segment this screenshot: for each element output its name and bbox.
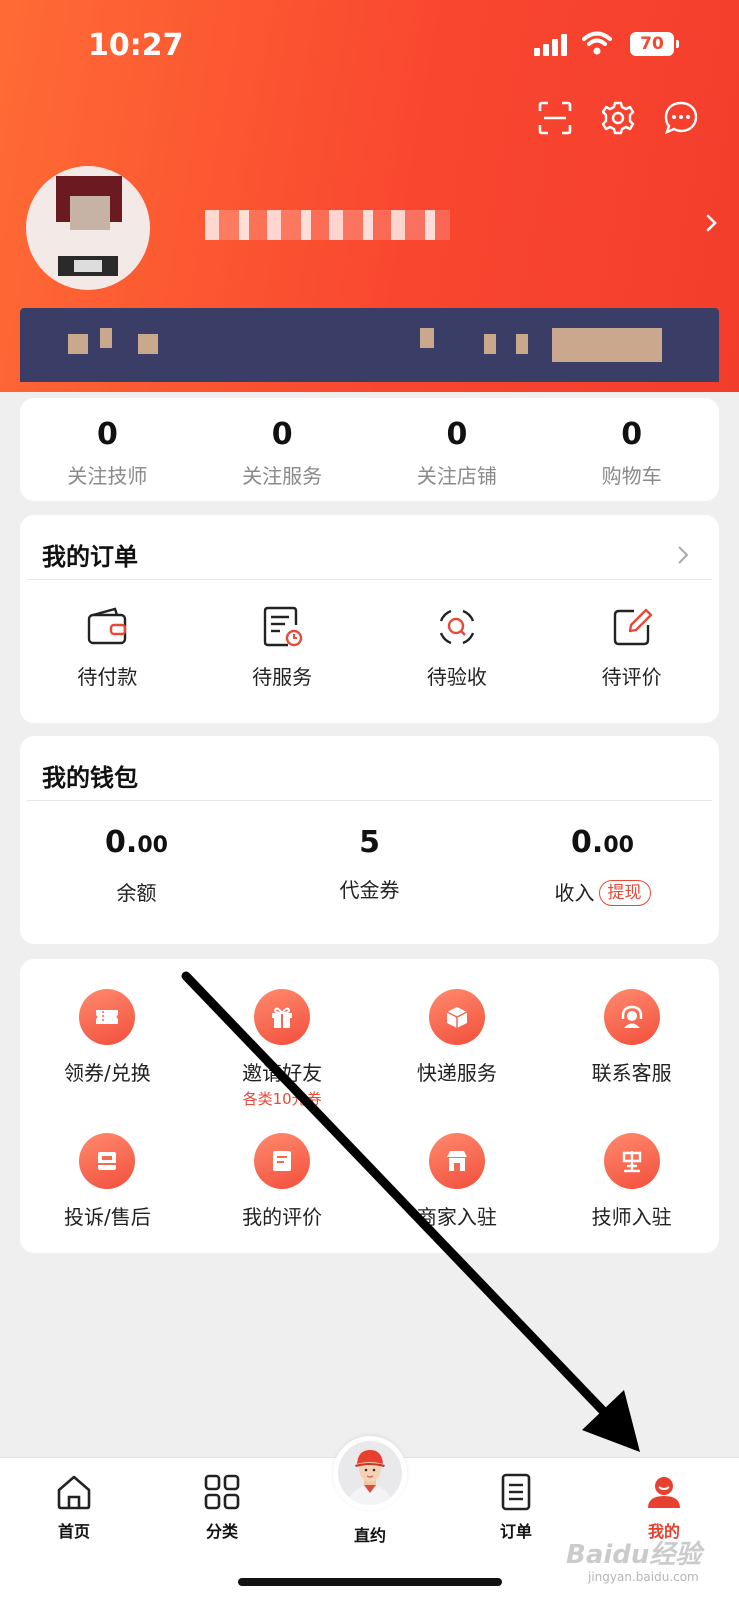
watermark-url: jingyan.baidu.com xyxy=(588,1570,699,1584)
stat-label: 关注服务 xyxy=(242,464,323,488)
tab-label: 分类 xyxy=(205,1522,238,1541)
edit-icon xyxy=(613,608,652,646)
battery-indicator: 70 xyxy=(630,32,679,56)
wifi-icon xyxy=(582,31,612,55)
my-wallet-card: 我的钱包 0.00 余额 5 代金券 0.00 收入 提现 xyxy=(20,736,719,944)
stat-followed-technicians[interactable]: 0 关注技师 xyxy=(20,398,195,501)
watermark-logo: Baidu经验 xyxy=(566,1540,702,1570)
inbox-icon xyxy=(79,1133,136,1189)
service-label: 商家入驻 xyxy=(416,1205,497,1229)
avatar[interactable] xyxy=(26,166,150,290)
balance-value: 0.00 xyxy=(105,825,168,860)
order-pending-acceptance[interactable]: 待验收 xyxy=(370,605,545,690)
order-label: 待服务 xyxy=(252,665,313,689)
ticket-icon xyxy=(79,989,136,1045)
stat-label: 关注店铺 xyxy=(416,464,497,488)
service-label: 技师入驻 xyxy=(591,1205,672,1229)
service-complaint-aftersales[interactable]: 投诉/售后 xyxy=(20,1133,195,1230)
order-label: 待评价 xyxy=(601,665,662,689)
tab-category[interactable]: 分类 xyxy=(172,1472,272,1542)
home-indicator xyxy=(238,1578,502,1586)
package-icon xyxy=(428,989,485,1045)
orders-title[interactable]: 我的订单 xyxy=(42,537,138,572)
order-pending-payment[interactable]: 待付款 xyxy=(20,605,195,690)
services-grid-card: 领券/兑换 邀请好友 各类10元券 快递服务 联系客服 投诉/售后 我的评价 商… xyxy=(20,959,719,1253)
headset-icon xyxy=(603,989,660,1045)
member-banner-blurred[interactable] xyxy=(20,308,719,382)
grid-icon xyxy=(204,1474,240,1510)
order-pending-review[interactable]: 待评价 xyxy=(544,605,719,690)
service-label: 领券/兑换 xyxy=(64,1061,151,1085)
withdraw-button[interactable]: 提现 xyxy=(598,880,651,906)
tab-direct-label[interactable]: 直约 xyxy=(320,1522,420,1546)
technician-avatar-icon xyxy=(338,1441,402,1505)
my-orders-card: 我的订单 待付款 待服务 待验收 待评价 xyxy=(20,515,719,723)
income-value: 0.00 xyxy=(571,825,634,860)
divider xyxy=(27,800,712,801)
wallet-balance[interactable]: 0.00 余额 xyxy=(20,826,253,906)
stat-label: 购物车 xyxy=(601,464,662,488)
chevron-right-icon[interactable] xyxy=(704,212,720,234)
service-label: 邀请好友 xyxy=(242,1061,323,1085)
divider xyxy=(27,579,712,580)
follow-stats-card: 0 关注技师 0 关注服务 0 关注店铺 0 购物车 xyxy=(20,398,719,501)
stat-value: 0 xyxy=(621,417,643,452)
service-label: 联系客服 xyxy=(591,1061,672,1085)
wallet-icon xyxy=(88,607,127,645)
stat-value: 0 xyxy=(271,417,293,452)
vouchers-value: 5 xyxy=(359,825,380,860)
stat-value: 0 xyxy=(446,417,468,452)
service-technician-join[interactable]: 技师入驻 xyxy=(544,1133,719,1230)
profile-header: 10:27 70 xyxy=(0,0,739,392)
service-customer-support[interactable]: 联系客服 xyxy=(544,989,719,1109)
wallet-vouchers[interactable]: 5 代金券 xyxy=(253,826,486,906)
chevron-right-icon[interactable] xyxy=(677,545,689,565)
gift-icon xyxy=(254,989,311,1045)
stat-value: 0 xyxy=(96,417,118,452)
tab-label: 订单 xyxy=(499,1522,532,1541)
username-blurred[interactable] xyxy=(205,210,450,240)
review-icon xyxy=(254,1133,311,1189)
order-label: 待付款 xyxy=(77,665,138,689)
tab-direct-booking[interactable] xyxy=(333,1436,407,1510)
service-express-delivery[interactable]: 快递服务 xyxy=(370,989,545,1109)
scan-icon[interactable] xyxy=(537,100,573,136)
tab-mine[interactable]: 我的 xyxy=(614,1472,714,1542)
status-bar: 10:27 70 xyxy=(0,24,739,64)
gear-icon[interactable] xyxy=(600,100,636,136)
balance-label: 余额 xyxy=(116,881,157,905)
order-pending-service[interactable]: 待服务 xyxy=(195,605,370,690)
home-icon xyxy=(57,1475,91,1510)
document-icon xyxy=(501,1473,531,1511)
order-label: 待验收 xyxy=(426,665,487,689)
checklist-clock-icon xyxy=(263,606,303,647)
message-icon[interactable] xyxy=(663,100,699,136)
service-coupon-redeem[interactable]: 领券/兑换 xyxy=(20,989,195,1109)
income-label: 收入 提现 xyxy=(486,877,719,906)
wallet-title: 我的钱包 xyxy=(42,764,138,792)
stat-followed-services[interactable]: 0 关注服务 xyxy=(195,398,370,501)
wallet-income[interactable]: 0.00 收入 提现 xyxy=(486,826,719,906)
store-icon xyxy=(428,1133,485,1189)
stat-followed-stores[interactable]: 0 关注店铺 xyxy=(370,398,545,501)
service-merchant-join[interactable]: 商家入驻 xyxy=(370,1133,545,1230)
service-label: 投诉/售后 xyxy=(64,1205,151,1229)
search-scan-icon xyxy=(439,609,474,645)
stat-label: 关注技师 xyxy=(67,464,148,488)
tab-label: 首页 xyxy=(57,1522,90,1541)
tab-home[interactable]: 首页 xyxy=(24,1472,124,1542)
service-label: 我的评价 xyxy=(242,1205,323,1229)
user-icon xyxy=(648,1477,680,1508)
service-sublabel: 各类10元券 xyxy=(242,1090,322,1108)
service-invite-friends[interactable]: 邀请好友 各类10元券 xyxy=(195,989,370,1109)
service-my-reviews[interactable]: 我的评价 xyxy=(195,1133,370,1230)
stat-cart[interactable]: 0 购物车 xyxy=(544,398,719,501)
vouchers-label: 代金券 xyxy=(339,878,400,902)
service-label: 快递服务 xyxy=(416,1061,497,1085)
tab-orders[interactable]: 订单 xyxy=(466,1472,566,1542)
signal-icon xyxy=(534,34,568,56)
technician-icon xyxy=(603,1133,660,1189)
status-time: 10:27 xyxy=(88,28,184,63)
